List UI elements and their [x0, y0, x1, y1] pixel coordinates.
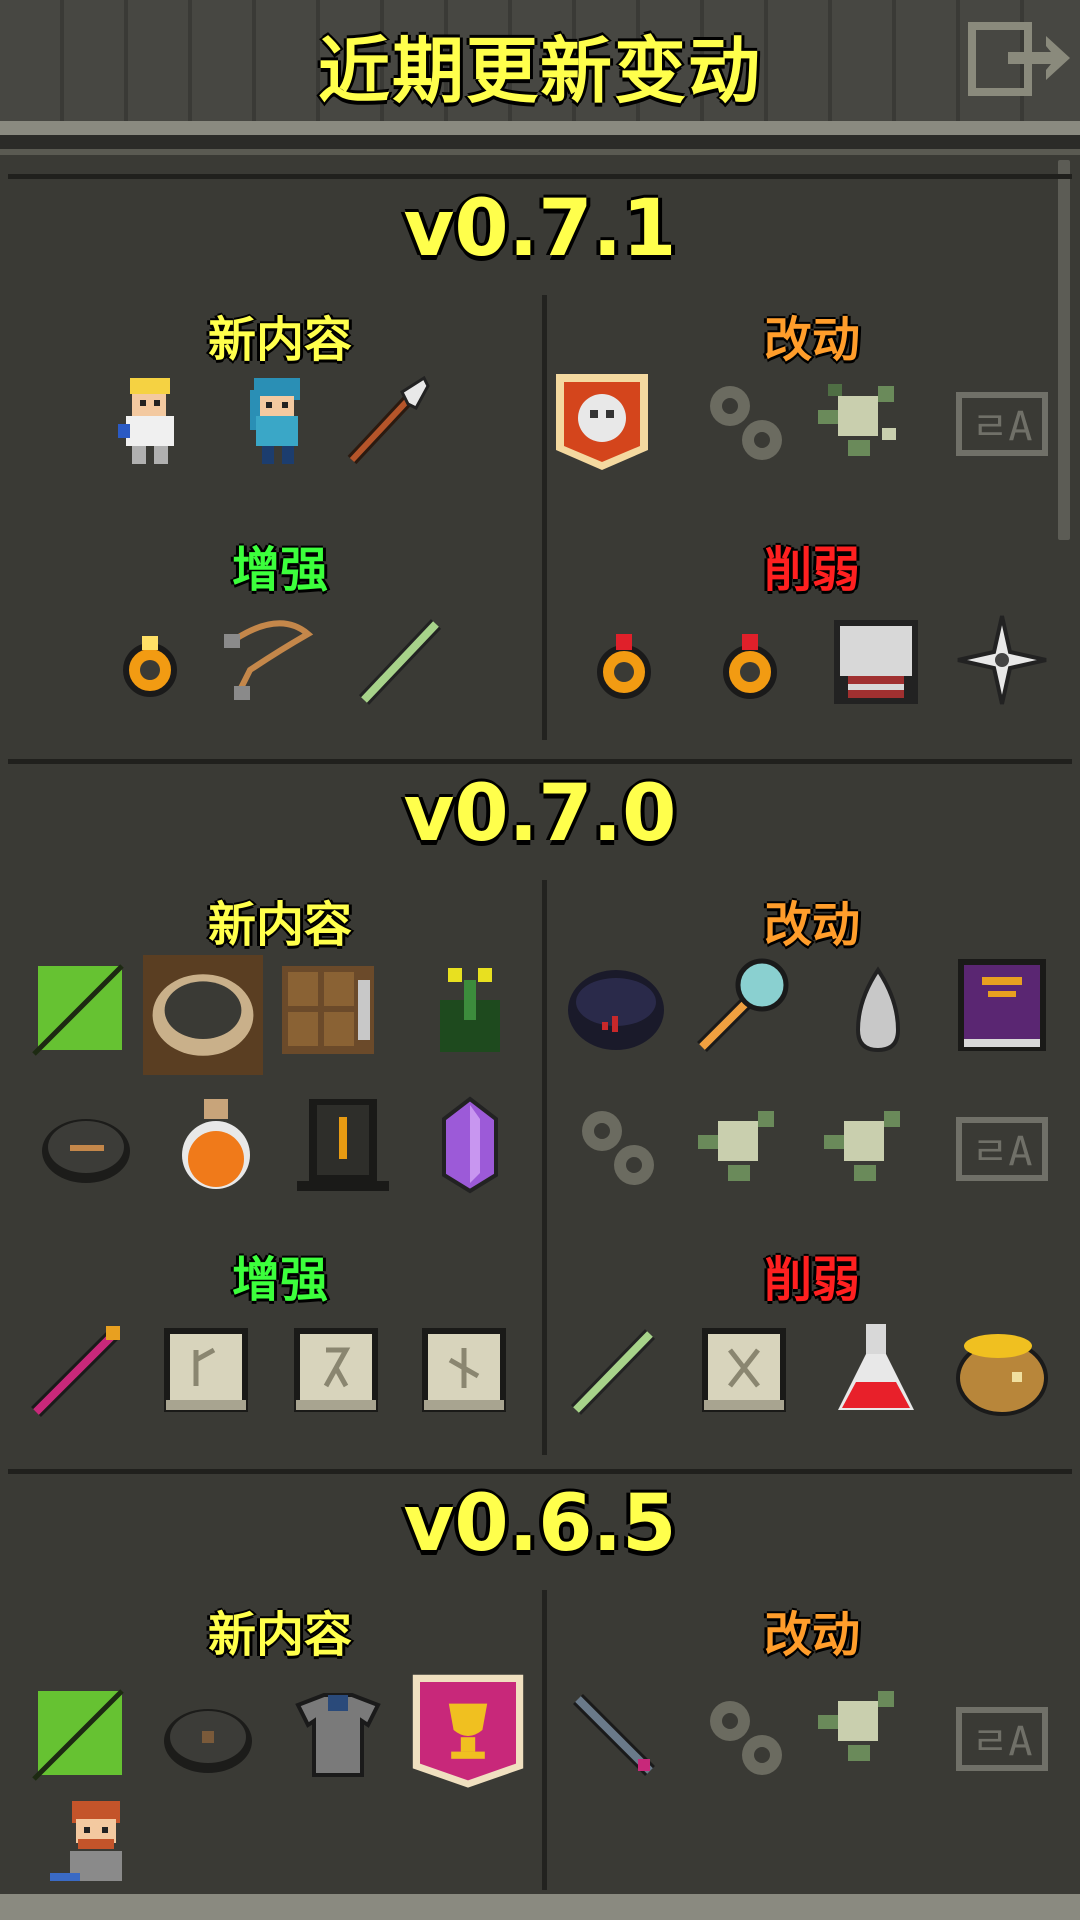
column-divider	[542, 295, 547, 740]
version-title: v0.7.1	[403, 184, 677, 274]
version-section-070: v0.7.0 新内容 改动 ㄹA 增强 削弱	[8, 755, 1072, 1455]
changes-label: 改动	[763, 312, 860, 368]
duelist-hero-icon[interactable]	[228, 370, 328, 470]
magic-staff-icon[interactable]	[28, 1320, 128, 1420]
language-icon[interactable]: ㄹA	[952, 370, 1052, 470]
seed-pouch-icon[interactable]	[828, 960, 928, 1060]
warrior-hero-icon[interactable]	[46, 1795, 146, 1895]
cleric-hero-icon[interactable]	[100, 370, 200, 470]
bookshelf-icon[interactable]	[278, 960, 378, 1060]
column-divider	[542, 880, 547, 1455]
stone-icon[interactable]	[158, 1685, 258, 1785]
new-content-label: 新内容	[207, 312, 352, 368]
column-divider	[542, 1590, 547, 1890]
language-icon[interactable]: ㄹA	[952, 1095, 1052, 1195]
buffs-label: 增强	[231, 1252, 328, 1308]
shuriken-icon[interactable]	[952, 610, 1052, 710]
new-content-label: 新内容	[207, 897, 352, 953]
version-section-071: v0.7.1 新内容 改动 增强 削弱 ㄹA	[8, 170, 1072, 760]
gears-settings-icon[interactable]	[694, 1685, 794, 1785]
nerfs-label: 削弱	[763, 542, 860, 598]
changes-label: 改动	[763, 1607, 860, 1663]
crystal-icon[interactable]	[420, 1095, 520, 1195]
svg-text:ㄹA: ㄹA	[972, 1129, 1033, 1175]
language-icon[interactable]: ㄹA	[952, 1685, 1052, 1785]
scroll-rune-2-icon[interactable]	[286, 1320, 386, 1420]
wand-buff-icon[interactable]	[350, 610, 450, 710]
gears-settings-icon[interactable]	[566, 1095, 666, 1195]
potion-red-icon[interactable]	[826, 1320, 926, 1420]
exit-icon[interactable]	[968, 22, 1072, 96]
cloth-armor-icon[interactable]	[288, 1685, 388, 1785]
divider	[8, 1469, 1072, 1474]
pedestal-icon[interactable]	[293, 1095, 393, 1195]
divider	[8, 174, 1072, 179]
nerfs-label: 削弱	[763, 1252, 860, 1308]
buffs-label: 增强	[231, 542, 328, 598]
plant-icon[interactable]	[420, 960, 520, 1060]
bow-green-icon[interactable]	[28, 1685, 128, 1785]
well-icon[interactable]	[143, 955, 263, 1075]
plate-armor-icon[interactable]	[826, 610, 926, 710]
potion-orange-icon[interactable]	[166, 1095, 266, 1195]
honeypot-icon[interactable]	[952, 1320, 1052, 1420]
ring-buff-icon[interactable]	[100, 610, 200, 710]
dagger-icon[interactable]	[564, 1685, 664, 1785]
changes-label: 改动	[763, 897, 860, 953]
stone-hand-icon[interactable]	[36, 1095, 136, 1195]
version-section-065: v0.6.5 新内容 改动 ㄹA	[8, 1465, 1072, 1895]
trophy-badge-icon[interactable]	[408, 1670, 528, 1790]
whip-weapon-icon[interactable]	[220, 610, 320, 710]
version-title: v0.7.0	[403, 769, 677, 859]
moss-terrain-icon[interactable]	[808, 1675, 908, 1775]
spellbook-icon[interactable]	[952, 955, 1052, 1055]
scroll-rune-4-icon[interactable]	[694, 1320, 794, 1420]
new-content-label: 新内容	[207, 1607, 352, 1663]
moss-terrain-2-icon[interactable]	[814, 1095, 914, 1195]
version-title: v0.6.5	[403, 1479, 677, 1569]
alchemy-pot-icon[interactable]	[556, 960, 676, 1060]
ratking-portrait-icon[interactable]	[552, 370, 652, 470]
gears-settings-icon[interactable]	[694, 370, 794, 470]
bow-green-icon[interactable]	[28, 960, 128, 1060]
divider	[8, 759, 1072, 764]
ring-nerf-icon[interactable]	[574, 610, 674, 710]
page-title: 近期更新变动	[317, 29, 762, 113]
scroll-rune-1-icon[interactable]	[156, 1320, 256, 1420]
moss-terrain-icon[interactable]	[688, 1095, 788, 1195]
ring-nerf-2-icon[interactable]	[700, 610, 800, 710]
svg-text:ㄹA: ㄹA	[972, 1719, 1033, 1765]
magnifier-icon[interactable]	[692, 955, 792, 1055]
scroll-rune-3-icon[interactable]	[414, 1320, 514, 1420]
moss-terrain-icon[interactable]	[808, 370, 908, 470]
trident-weapon-icon[interactable]	[338, 370, 438, 470]
wand-nerf-icon[interactable]	[564, 1320, 664, 1420]
svg-text:ㄹA: ㄹA	[972, 404, 1033, 450]
bottom-bar	[0, 1894, 1080, 1920]
